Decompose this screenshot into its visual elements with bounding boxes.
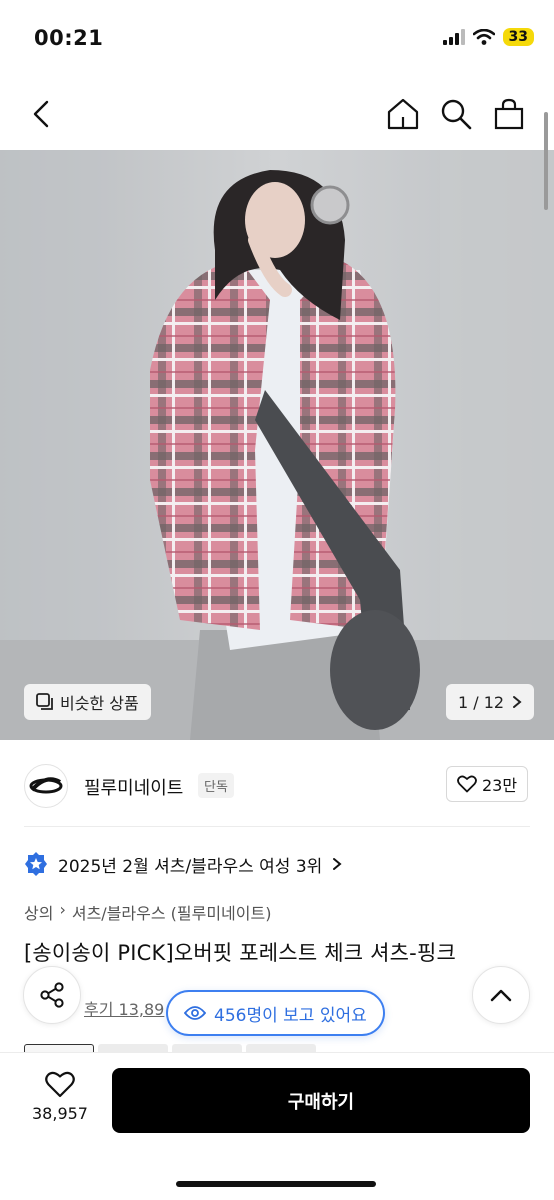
copy-icon xyxy=(36,693,53,710)
back-button[interactable] xyxy=(20,92,64,136)
review-link[interactable]: 후기 13,89 xyxy=(84,996,164,1020)
scroll-indicator xyxy=(544,112,548,210)
status-time: 00:21 xyxy=(34,26,104,50)
wishlist-button[interactable]: 38,957 xyxy=(24,1071,96,1123)
breadcrumb: 상의 › 셔츠/블라우스 (필루미네이트) xyxy=(24,900,271,924)
chevron-up-icon xyxy=(490,989,512,1002)
ranking-row[interactable]: 2025년 2월 셔츠/블라우스 여성 3위 xyxy=(24,848,342,880)
share-icon xyxy=(40,982,64,1008)
status-bar: 00:21 33 xyxy=(0,0,554,80)
product-image-carousel[interactable]: 비슷한 상품 1 / 12 xyxy=(0,150,554,740)
viewers-text: 456명이 보고 있어요 xyxy=(214,1005,367,1026)
viewers-badge: 456명이 보고 있어요 xyxy=(166,990,385,1036)
heart-icon xyxy=(45,1071,75,1098)
brand-logo[interactable] xyxy=(24,764,68,808)
bottom-purchase-bar: 38,957 구매하기 xyxy=(0,1052,554,1200)
status-icons: 33 xyxy=(442,28,534,46)
cart-button[interactable] xyxy=(487,92,531,136)
exclusive-badge: 단독 xyxy=(198,773,234,798)
wifi-icon xyxy=(472,29,495,45)
search-icon xyxy=(441,99,472,130)
option-thumbnail[interactable] xyxy=(24,1044,94,1052)
chevron-right-icon xyxy=(333,858,342,870)
similar-products-button[interactable]: 비슷한 상품 xyxy=(24,684,151,720)
bag-icon xyxy=(494,98,524,130)
similar-products-label: 비슷한 상품 xyxy=(60,694,139,713)
battery-badge: 33 xyxy=(502,28,534,46)
brand-logo-icon xyxy=(29,777,63,794)
heart-icon xyxy=(457,775,477,793)
star-badge-icon xyxy=(25,852,47,876)
divider xyxy=(24,826,530,827)
product-photo xyxy=(0,150,554,740)
scroll-top-button[interactable] xyxy=(472,966,530,1024)
image-counter[interactable]: 1 / 12 xyxy=(446,684,535,720)
home-indicator xyxy=(176,1181,376,1187)
top-nav xyxy=(0,80,554,150)
buy-button[interactable]: 구매하기 xyxy=(112,1068,530,1133)
home-button[interactable] xyxy=(381,92,425,136)
option-thumbnails xyxy=(24,1044,530,1052)
chevron-right-icon xyxy=(513,696,522,708)
search-button[interactable] xyxy=(434,92,478,136)
option-thumbnail[interactable] xyxy=(98,1044,168,1052)
ranking-text: 2025년 2월 셔츠/블라우스 여성 3위 xyxy=(58,856,323,877)
brand-row: 필루미네이트 단독 23만 xyxy=(0,756,554,816)
breadcrumb-subcategory[interactable]: 셔츠/블라우스 (필루미네이트) xyxy=(72,900,272,924)
signal-icon xyxy=(442,29,465,45)
back-icon xyxy=(33,100,49,128)
image-counter-text: 1 / 12 xyxy=(458,692,505,712)
home-icon xyxy=(387,98,419,130)
breadcrumb-separator: › xyxy=(59,900,66,919)
brand-name[interactable]: 필루미네이트 xyxy=(84,774,183,800)
brand-like-count: 23만 xyxy=(482,776,518,795)
option-thumbnail[interactable] xyxy=(172,1044,242,1052)
brand-like-button[interactable]: 23만 xyxy=(446,766,529,802)
wishlist-count: 38,957 xyxy=(32,1104,88,1123)
eye-icon xyxy=(184,1006,206,1020)
option-thumbnail[interactable] xyxy=(246,1044,316,1052)
share-button[interactable] xyxy=(23,966,81,1024)
product-title: [송이송이 PICK]오버핏 포레스트 체크 셔츠-핑크 xyxy=(24,941,456,965)
breadcrumb-category[interactable]: 상의 xyxy=(24,900,53,924)
